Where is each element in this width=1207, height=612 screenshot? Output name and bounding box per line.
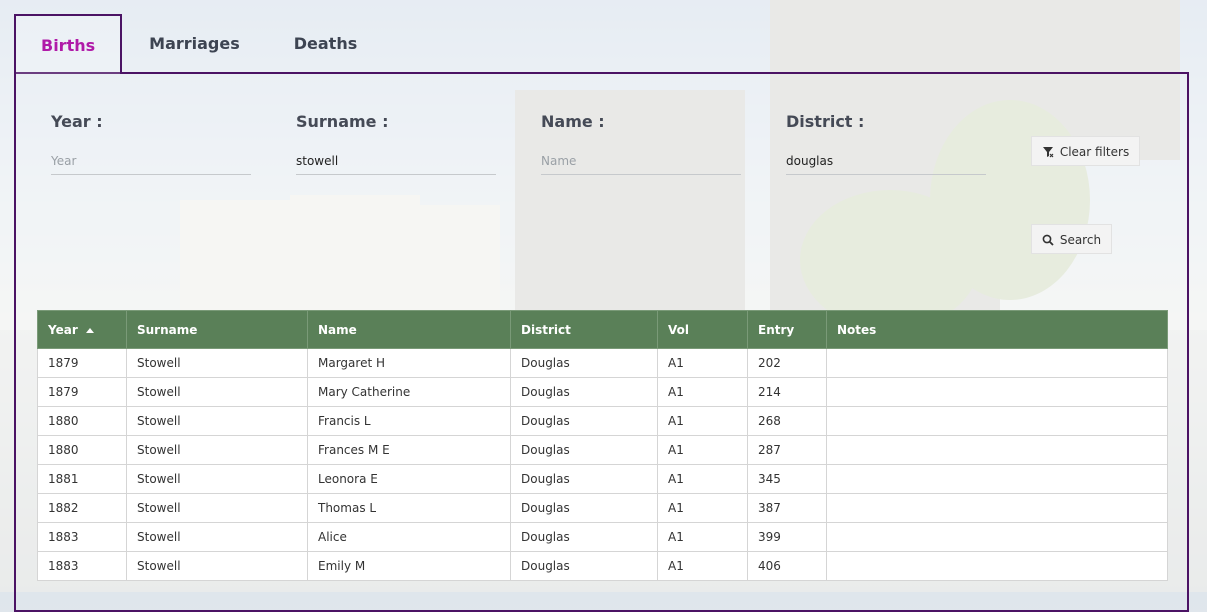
cell-district: Douglas [510,435,658,465]
cell-notes [826,348,1168,378]
name-filter-label: Name : [541,112,605,131]
cell-year: 1882 [37,493,127,523]
year-filter: Year : [51,112,251,175]
cell-vol: A1 [657,493,748,523]
surname-filter-label: Surname : [296,112,389,131]
search-icon [1042,233,1060,247]
district-filter: District : [786,112,986,175]
cell-notes [826,406,1168,436]
cell-vol: A1 [657,377,748,407]
cell-entry: 387 [747,493,827,523]
cell-district: Douglas [510,377,658,407]
cell-district: Douglas [510,406,658,436]
cell-name: Thomas L [307,493,511,523]
cell-vol: A1 [657,522,748,552]
table-row[interactable]: 1879 Stowell Margaret H Douglas A1 202 [37,348,1168,378]
cell-name: Mary Catherine [307,377,511,407]
cell-surname: Stowell [126,377,308,407]
cell-year: 1881 [37,464,127,494]
cell-notes [826,522,1168,552]
year-filter-label: Year : [51,112,103,131]
sort-ascending-icon [85,327,94,333]
cell-name: Margaret H [307,348,511,378]
district-filter-label: District : [786,112,865,131]
tab-births[interactable]: Births [14,14,123,74]
column-header-name[interactable]: Name [307,310,511,349]
district-input[interactable] [786,148,986,175]
cell-district: Douglas [510,348,658,378]
clear-filters-label: Clear filters [1059,145,1130,159]
table-row[interactable]: 1883 Stowell Alice Douglas A1 399 [37,522,1168,552]
cell-vol: A1 [657,551,748,581]
table-row[interactable]: 1880 Stowell Francis L Douglas A1 268 [37,406,1168,436]
cell-year: 1879 [37,348,127,378]
cell-name: Leonora E [307,464,511,494]
column-header-surname[interactable]: Surname [126,310,308,349]
cell-year: 1880 [37,406,127,436]
name-input[interactable] [541,148,741,175]
cell-year: 1879 [37,377,127,407]
table-header-row: Year Surname Name District Vol Entry Not… [37,310,1168,349]
cell-surname: Stowell [126,406,308,436]
cell-name: Francis L [307,406,511,436]
table-row[interactable]: 1880 Stowell Frances M E Douglas A1 287 [37,435,1168,465]
cell-entry: 287 [747,435,827,465]
cell-district: Douglas [510,493,658,523]
cell-name: Frances M E [307,435,511,465]
cell-entry: 345 [747,464,827,494]
cell-notes [826,493,1168,523]
table-row[interactable]: 1883 Stowell Emily M Douglas A1 406 [37,551,1168,581]
cell-vol: A1 [657,406,748,436]
cell-vol: A1 [657,348,748,378]
table-row[interactable]: 1882 Stowell Thomas L Douglas A1 387 [37,493,1168,523]
results-table: Year Surname Name District Vol Entry Not… [37,310,1168,581]
tab-bar: Births Marriages Deaths [14,14,384,74]
cell-surname: Stowell [126,493,308,523]
column-header-notes[interactable]: Notes [826,310,1168,349]
cell-notes [826,464,1168,494]
cell-surname: Stowell [126,435,308,465]
cell-name: Emily M [307,551,511,581]
table-row[interactable]: 1881 Stowell Leonora E Douglas A1 345 [37,464,1168,494]
cell-district: Douglas [510,464,658,494]
column-header-entry[interactable]: Entry [747,310,827,349]
cell-year: 1883 [37,551,127,581]
cell-surname: Stowell [126,464,308,494]
cell-vol: A1 [657,464,748,494]
column-header-year[interactable]: Year [37,310,127,349]
cell-surname: Stowell [126,551,308,581]
cell-entry: 399 [747,522,827,552]
table-row[interactable]: 1879 Stowell Mary Catherine Douglas A1 214 [37,377,1168,407]
cell-notes [826,551,1168,581]
surname-filter: Surname : [296,112,496,175]
cell-surname: Stowell [126,348,308,378]
cell-year: 1883 [37,522,127,552]
cell-entry: 406 [747,551,827,581]
clear-filters-button[interactable]: Clear filters [1031,136,1141,166]
cell-district: Douglas [510,551,658,581]
search-label: Search [1059,233,1102,247]
name-filter: Name : [541,112,741,175]
column-header-vol[interactable]: Vol [657,310,748,349]
search-button[interactable]: Search [1031,224,1113,254]
cell-name: Alice [307,522,511,552]
cell-surname: Stowell [126,522,308,552]
tab-deaths[interactable]: Deaths [267,14,385,72]
filter-clear-icon [1042,145,1060,159]
cell-year: 1880 [37,435,127,465]
cell-entry: 202 [747,348,827,378]
tab-marriages[interactable]: Marriages [122,14,267,72]
surname-input[interactable] [296,148,496,175]
cell-vol: A1 [657,435,748,465]
cell-notes [826,435,1168,465]
cell-notes [826,377,1168,407]
cell-district: Douglas [510,522,658,552]
year-input[interactable] [51,148,251,175]
cell-entry: 268 [747,406,827,436]
column-header-district[interactable]: District [510,310,658,349]
cell-entry: 214 [747,377,827,407]
